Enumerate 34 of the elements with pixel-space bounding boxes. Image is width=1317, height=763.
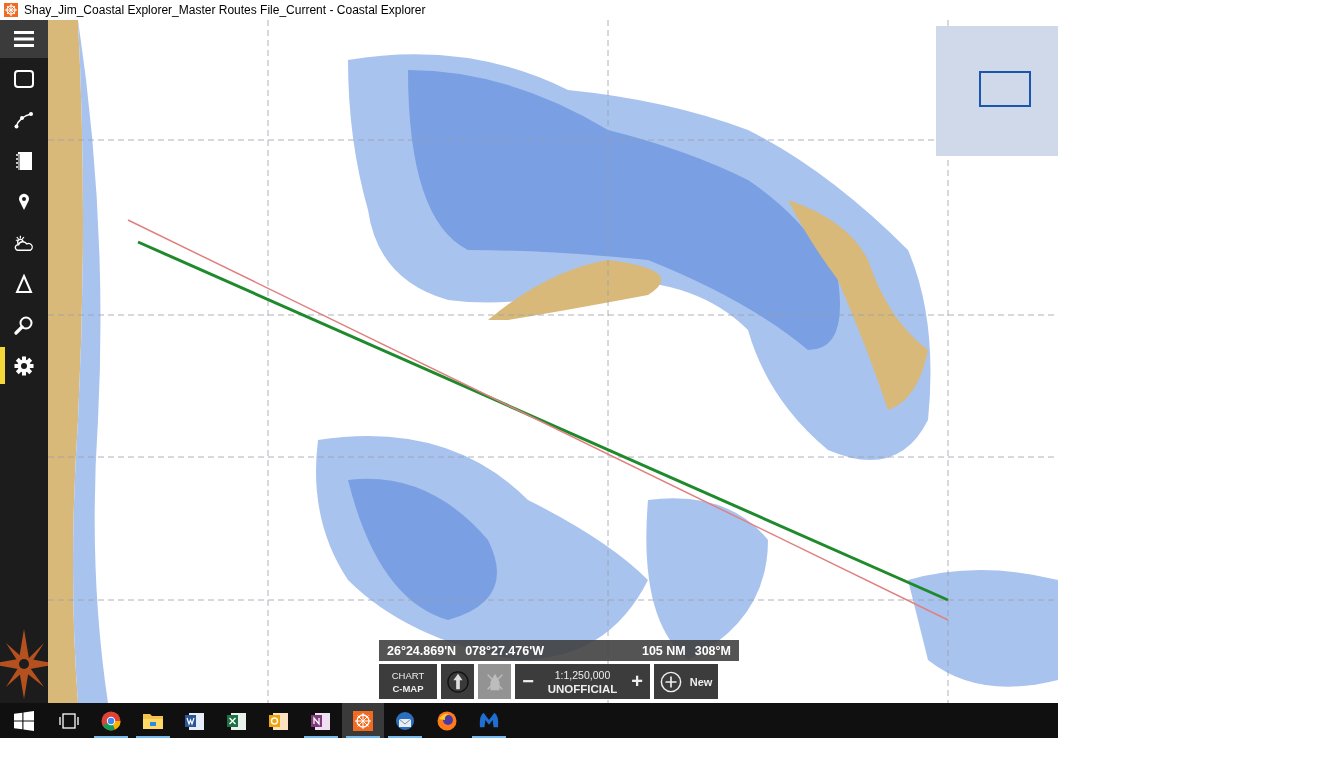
search-icon bbox=[14, 314, 34, 335]
zoom-out-button[interactable]: − bbox=[515, 670, 541, 693]
location-pin-icon bbox=[18, 191, 30, 212]
chart-source-button[interactable]: CHART C-MAP bbox=[379, 664, 437, 699]
excel-app-icon bbox=[227, 710, 247, 731]
plus-circle-icon bbox=[659, 670, 682, 693]
window-icon bbox=[14, 68, 34, 89]
firefox-app-icon bbox=[437, 710, 457, 731]
outlook-app-icon bbox=[269, 710, 289, 731]
longitude-readout: 078°27.476'W bbox=[465, 643, 544, 658]
route-icon bbox=[14, 109, 34, 130]
app-icon bbox=[4, 3, 18, 17]
task-view-icon bbox=[59, 710, 79, 731]
bearing-readout: 308°M bbox=[694, 643, 731, 658]
distance-readout: 105 NM bbox=[641, 643, 686, 658]
notebook-icon bbox=[14, 150, 34, 171]
sidebar-item[interactable] bbox=[0, 20, 48, 58]
chrome-app-icon bbox=[101, 710, 121, 731]
word-app-icon bbox=[185, 710, 205, 731]
zoom-in-button[interactable]: + bbox=[624, 670, 650, 693]
windows-logo-icon bbox=[14, 710, 34, 731]
settings-icon bbox=[14, 355, 34, 376]
new-button[interactable]: New bbox=[654, 664, 718, 699]
north-up-button[interactable] bbox=[441, 664, 474, 699]
chart-status-text: UNOFFICIAL bbox=[547, 682, 618, 695]
window-title: Shay_Jim_Coastal Explorer_Master Routes File_Current - Coastal Explorer bbox=[24, 3, 426, 17]
mail-app-icon bbox=[395, 710, 415, 731]
taskbar-button[interactable] bbox=[342, 703, 384, 738]
menu-icon bbox=[14, 29, 34, 49]
triangle-icon bbox=[14, 273, 34, 294]
compass-app-icon bbox=[353, 710, 373, 731]
scale-text: 1:1,250,000 bbox=[554, 668, 611, 681]
onenote-app-icon bbox=[311, 710, 331, 731]
latitude-readout: 26°24.869'N bbox=[387, 643, 457, 658]
